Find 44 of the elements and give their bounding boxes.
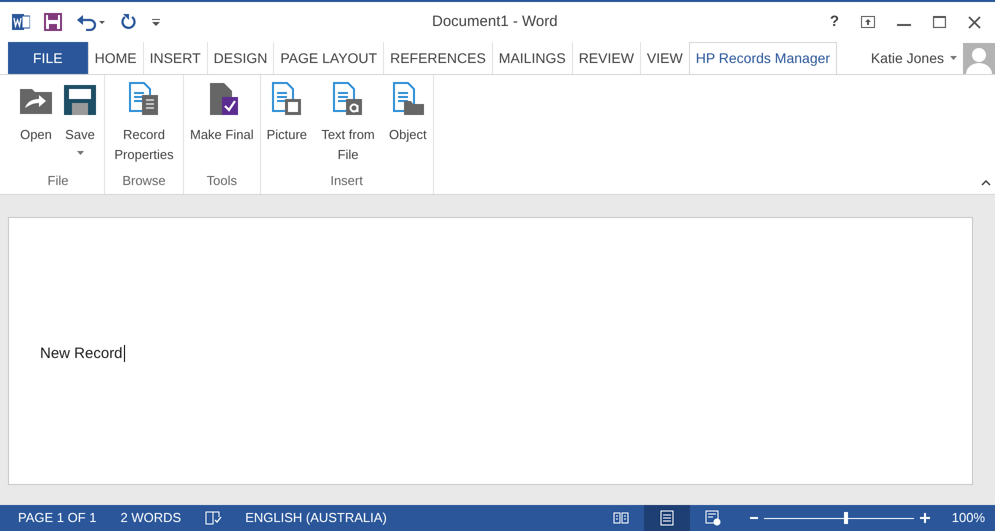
word-logo-icon[interactable] [12,13,30,31]
ribbon-tab[interactable]: INSERT [142,42,207,74]
page-count[interactable]: PAGE 1 OF 1 [18,508,97,528]
maximize-icon[interactable] [933,16,946,28]
word-count[interactable]: 2 WORDS [120,508,182,528]
undo-icon[interactable] [76,13,106,31]
ribbon-tab[interactable]: REFERENCES [383,42,492,74]
proofing-icon[interactable] [205,511,224,525]
ribbon-tab[interactable]: MAILINGS [492,42,572,74]
group-label: Tools [206,172,237,190]
account-name[interactable]: Katie Jones [870,48,944,68]
file-tab[interactable]: FILE [8,42,88,74]
collapse-ribbon-icon[interactable] [981,180,991,186]
ribbon-button[interactable]: Save [60,81,100,170]
zoom-slider-thumb[interactable] [844,512,848,524]
document-text: New Record [40,345,125,362]
zoom-in-icon[interactable] [920,513,930,523]
ribbon-tab[interactable]: HP Records Manager [688,42,838,74]
ribbon-button[interactable]: Record Properties [109,81,179,170]
ribbon-button[interactable]: Open [16,81,56,170]
caret-icon[interactable] [950,56,957,60]
zoom-percentage[interactable]: 100% [952,508,985,528]
help-button[interactable]: ? [830,10,839,34]
zoom-slider[interactable] [764,512,914,524]
print-layout-icon[interactable] [644,505,690,531]
ribbon-tab[interactable]: PAGE LAYOUT [273,42,384,74]
ribbon-button[interactable]: Text from File [313,81,384,170]
close-icon[interactable] [968,16,981,28]
ribbon-button[interactable]: Make Final [188,81,256,170]
window-title: Document1 - Word [432,13,558,30]
save-icon[interactable] [44,13,62,31]
ribbon-button[interactable]: Picture [264,81,310,170]
language-status[interactable]: ENGLISH (AUSTRALIA) [245,508,387,528]
ribbon-tab[interactable]: HOME [88,42,143,74]
group-label: Insert [330,172,363,190]
redo-icon[interactable] [120,13,138,31]
ribbon-tab[interactable]: DESIGN [206,42,274,74]
ribbon-button[interactable]: Object [387,81,429,170]
customize-toolbar-icon[interactable] [152,17,160,27]
group-label: File [48,172,68,190]
group-label: Browse [122,172,166,190]
document-page[interactable]: New Record [8,217,973,485]
ribbon-tab[interactable]: REVIEW [572,42,640,74]
ribbon-display-options-icon[interactable] [861,16,875,28]
